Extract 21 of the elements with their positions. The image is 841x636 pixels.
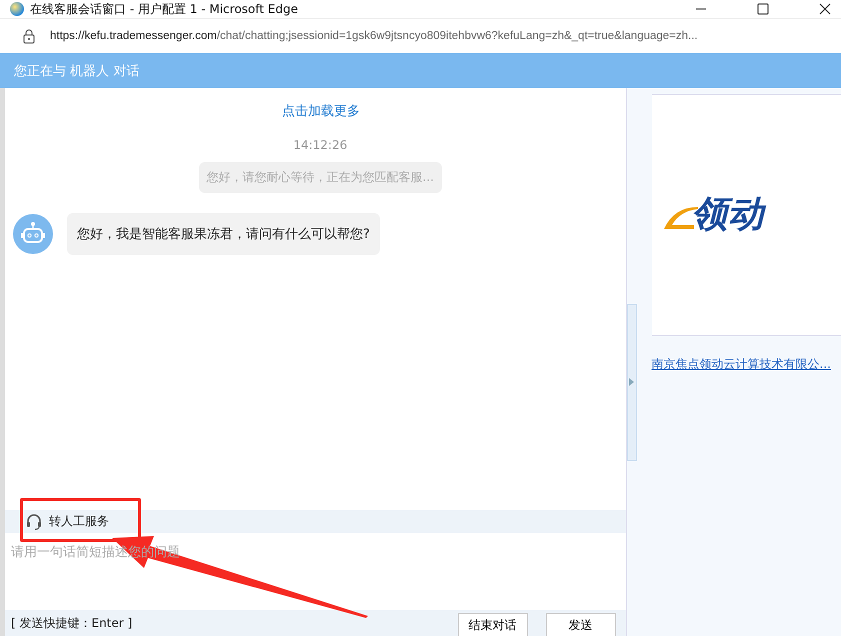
load-more-link[interactable]: 点击加载更多 bbox=[282, 102, 360, 120]
lock-icon[interactable] bbox=[22, 28, 36, 44]
panel-collapse-handle[interactable] bbox=[626, 304, 637, 460]
expand-arrow-icon bbox=[629, 378, 634, 386]
end-chat-button[interactable]: 结束对话 bbox=[458, 613, 528, 636]
window-title: 在线客服会话窗口 - 用户配置 1 - Microsoft Edge bbox=[30, 0, 298, 18]
browser-logo-icon bbox=[10, 2, 24, 16]
robot-avatar-icon bbox=[13, 214, 53, 254]
human-service-button[interactable]: 转人工服务 bbox=[25, 512, 109, 530]
send-button[interactable]: 发送 bbox=[546, 613, 616, 636]
message-time: 14:12:26 bbox=[293, 138, 348, 152]
bot-message-bubble: 您好，我是智能客服果冻君，请问有什么可以帮您? bbox=[67, 213, 380, 255]
company-logo-drawing: 领动 bbox=[660, 197, 764, 233]
close-icon[interactable] bbox=[819, 3, 831, 15]
headset-icon bbox=[25, 512, 43, 530]
company-name-link[interactable]: 南京焦点领动云计算技术有限公... bbox=[652, 356, 831, 373]
chat-status-text: 您正在与 机器人 对话 bbox=[14, 62, 140, 80]
maximize-icon[interactable] bbox=[757, 3, 769, 15]
send-shortcut-hint: [ 发送快捷键：Enter ] bbox=[11, 614, 132, 632]
address-bar-url[interactable]: https://kefu.trademessenger.com/chat/chatting;jsessionid=1gsk6w9jtsncyo809itehbvw6?kefuLang=zh&_qt=true&language=zh... bbox=[50, 30, 698, 42]
system-message-bubble: 您好，请您耐心等待，正在为您匹配客服... bbox=[198, 162, 442, 193]
